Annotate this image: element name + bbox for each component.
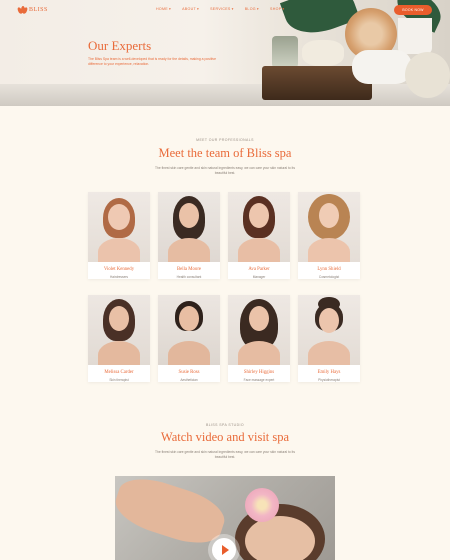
- team-member-name: Ava Parker: [248, 267, 270, 272]
- menu-item-services[interactable]: SERVICES▾: [210, 7, 234, 11]
- team-member-role: Face massage expert: [243, 378, 275, 382]
- team-section-subtitle: The finest skin care gentle and skin nat…: [155, 166, 295, 175]
- team-member-role: Skin therapist: [109, 378, 129, 382]
- chevron-down-icon: ▾: [282, 7, 285, 11]
- menu-item-blog[interactable]: BLOG▾: [245, 7, 259, 11]
- team-card[interactable]: Lynn Shield Cosmetologist: [298, 192, 360, 279]
- team-card[interactable]: Bella Moore Health consultant: [158, 192, 220, 279]
- menu-item-about[interactable]: ABOUT▾: [182, 7, 199, 11]
- chevron-down-icon: ▾: [231, 7, 234, 11]
- team-member-role: Hairdressers: [109, 275, 129, 279]
- jar-image: [272, 36, 298, 68]
- team-member-photo: [158, 295, 220, 365]
- towel-image: [352, 50, 412, 84]
- team-section-title: Meet the team of Bliss spa: [158, 146, 292, 160]
- team-card[interactable]: Emily Hays Physiotherapist: [298, 295, 360, 382]
- herbal-ball-image: [405, 52, 450, 98]
- team-member-name: Lynn Shield: [317, 267, 341, 272]
- team-member-photo: [88, 192, 150, 262]
- team-member-name: Bella Moore: [176, 267, 202, 272]
- chevron-down-icon: ▾: [256, 7, 260, 11]
- team-card[interactable]: Ava Parker Manager: [228, 192, 290, 279]
- page-title: Our Experts: [88, 38, 152, 53]
- team-member-role: Manager: [252, 275, 266, 279]
- team-member-role: Aesthetician: [180, 378, 198, 382]
- team-member-photo: [88, 295, 150, 365]
- team-member-name: Shirley Higgins: [243, 370, 275, 375]
- team-member-name: Violet Kennedy: [103, 267, 135, 272]
- team-member-role: Health consultant: [176, 275, 202, 279]
- team-member-role: Physiotherapist: [318, 378, 340, 382]
- logo-text: BLISS: [29, 7, 48, 13]
- menu-item-home[interactable]: HOME▾: [156, 7, 171, 11]
- lotus-logo-icon: [16, 6, 29, 15]
- team-member-photo: [158, 192, 220, 262]
- video-section-subtitle: The finest skin care gentle and skin nat…: [155, 450, 295, 459]
- team-member-name: Susie Ross: [178, 370, 200, 375]
- book-now-button[interactable]: BOOK NOW: [394, 5, 432, 15]
- hands-image: [115, 476, 231, 552]
- team-card[interactable]: Shirley Higgins Face massage expert: [228, 295, 290, 382]
- team-member-photo: [228, 295, 290, 365]
- team-card[interactable]: Melissa Carder Skin therapist: [88, 295, 150, 382]
- plant-pot-image: [398, 18, 432, 54]
- team-member-photo: [298, 295, 360, 365]
- video-eyebrow: BLISS SPA STUDIO: [205, 423, 245, 427]
- chevron-down-icon: ▾: [168, 7, 172, 11]
- menu-item-shop[interactable]: SHOP▾: [270, 7, 285, 11]
- site-logo[interactable]: BLISS: [16, 6, 48, 15]
- team-card[interactable]: Susie Ross Aesthetician: [158, 295, 220, 382]
- hero-banner: BLISS HOME▾ ABOUT▾ SERVICES▾ BLOG▾ SHOP▾…: [0, 0, 450, 106]
- main-menu: HOME▾ ABOUT▾ SERVICES▾ BLOG▾ SHOP▾: [156, 7, 285, 11]
- team-member-name: Emily Hays: [317, 370, 341, 375]
- chevron-down-icon: ▾: [196, 7, 200, 11]
- face-image: [245, 516, 315, 560]
- team-member-photo: [228, 192, 290, 262]
- team-eyebrow: MEET OUR PROFESSIONALS: [196, 138, 254, 142]
- cream-jar-image: [302, 40, 344, 66]
- top-navigation: BLISS HOME▾ ABOUT▾ SERVICES▾ BLOG▾ SHOP▾…: [0, 0, 450, 20]
- flower-image: [245, 488, 279, 522]
- play-button[interactable]: [212, 538, 236, 560]
- hero-floor: [0, 84, 450, 106]
- team-member-photo: [298, 192, 360, 262]
- video-section-title: Watch video and visit spa: [160, 430, 290, 444]
- team-card[interactable]: Violet Kennedy Hairdressers: [88, 192, 150, 279]
- team-member-name: Melissa Carder: [104, 370, 134, 375]
- team-member-role: Cosmetologist: [318, 275, 340, 279]
- hero-subtitle: The Bliss Spa team is a well-developed t…: [88, 57, 216, 66]
